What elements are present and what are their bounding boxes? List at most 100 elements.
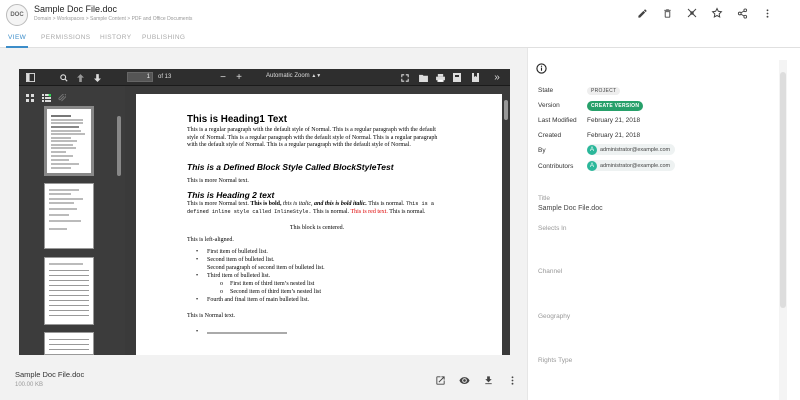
file-size: 100.00 KB: [15, 382, 44, 388]
list-item: Second item of bulleted list.: [207, 257, 275, 263]
download-icon[interactable]: [481, 373, 495, 387]
print-icon[interactable]: [435, 72, 445, 83]
panel-scrollbar[interactable]: [780, 72, 786, 308]
document-type-icon: DOC: [6, 4, 28, 26]
avatar: A: [587, 144, 597, 155]
page-thumbnail-1[interactable]: [44, 106, 94, 176]
doc-more-normal: This is more Normal text.: [187, 178, 249, 184]
file-name: Sample Doc File.doc: [15, 370, 85, 379]
list-item: Third item of bulleted list.: [207, 273, 271, 279]
user-email: administrator@example.com: [600, 162, 671, 169]
doc-normal-text: This is Normal text.: [187, 313, 235, 319]
nested-bullet-1: o: [220, 281, 223, 287]
list-item: Fourth and final item of main bulleted l…: [207, 297, 309, 303]
breadcrumb[interactable]: Domain > Workspaces > Sample Content > P…: [34, 16, 192, 22]
document-header: DOC Sample Doc File.doc Domain > Workspa…: [0, 0, 800, 30]
doc-block-style: This is a Defined Block Style Called Blo…: [187, 162, 394, 172]
viewer-toolbar: 1 of 13 − + Automatic Zoom ▲▼ »: [19, 69, 510, 86]
sidebar-toggle-icon[interactable]: [25, 72, 35, 83]
share-icon[interactable]: [735, 6, 749, 20]
zoom-out-button[interactable]: −: [218, 72, 228, 83]
bookmark-icon[interactable]: [470, 72, 480, 83]
rights-type-field-label: Rights Type: [538, 357, 573, 364]
tab-publishing[interactable]: PUBLISHING: [142, 34, 185, 41]
user-email: administrator@example.com: [600, 146, 671, 153]
title-field-label: Title: [538, 195, 551, 202]
open-external-icon[interactable]: [433, 373, 447, 387]
bullet-3: •: [196, 273, 199, 279]
more-vert-icon[interactable]: [505, 373, 519, 387]
download-icon[interactable]: [452, 72, 462, 83]
bullet-5: •: [196, 329, 199, 335]
nested-bullet-2: o: [220, 289, 223, 295]
doc-paragraph-normal: This is a regular paragraph with the def…: [187, 127, 438, 149]
list-item: First item of bulleted list.: [207, 249, 268, 255]
delete-icon[interactable]: [660, 6, 674, 20]
doc-paragraph-styles: This is more Normal text. This is bold, …: [187, 201, 434, 215]
chevron-down-icon: ▲▼: [311, 73, 322, 79]
tools-menu-icon[interactable]: »: [492, 72, 502, 83]
preview-area: 1 of 13 − + Automatic Zoom ▲▼ » This is …: [0, 48, 527, 400]
list-item: Second paragraph of second item of bulle…: [207, 265, 325, 271]
page-thumbnail-2[interactable]: [44, 183, 94, 249]
preview-eye-icon[interactable]: [457, 373, 471, 387]
doc-heading-1: This is Heading1 Text: [187, 114, 287, 125]
file-actions: [433, 373, 519, 387]
outline-view-icon[interactable]: [42, 89, 52, 107]
more-vert-icon[interactable]: [760, 6, 774, 20]
created-label: Created: [538, 132, 562, 139]
contributor-user[interactable]: A administrator@example.com: [587, 160, 676, 171]
page-number-input[interactable]: 1: [127, 72, 153, 82]
page-thumbnail-4[interactable]: [44, 332, 94, 355]
last-modified-value: February 21, 2018: [587, 117, 641, 124]
favorite-star-icon[interactable]: [710, 6, 724, 20]
selects-in-field-label: Selects In: [538, 225, 567, 232]
thumbnail-view-icon[interactable]: [26, 89, 34, 107]
share-network-icon[interactable]: [685, 6, 699, 20]
header-actions: [635, 6, 774, 20]
nested-list-item: Second item of third item’s nested list: [230, 289, 321, 295]
next-page-icon[interactable]: [92, 72, 102, 83]
thumbnail-sidebar: [19, 86, 125, 355]
thumbnail-scrollbar[interactable]: [117, 116, 121, 176]
last-modified-label: Last Modified: [538, 117, 577, 124]
cut-off-list-item: [207, 332, 287, 334]
state-label: State: [538, 87, 554, 94]
state-badge: PROJECT: [587, 87, 621, 95]
attachments-view-icon[interactable]: [58, 89, 67, 107]
pdf-viewer: 1 of 13 − + Automatic Zoom ▲▼ » This is …: [19, 69, 510, 355]
page-scrollbar[interactable]: [502, 86, 510, 355]
page-count: of 13: [158, 74, 172, 80]
doc-centered-block: This block is centered.: [289, 225, 345, 231]
edit-icon[interactable]: [635, 6, 649, 20]
nested-list-item: First item of third item’s nested list: [230, 281, 315, 287]
tab-permissions[interactable]: PERMISSIONS: [41, 34, 91, 41]
version-label: Version: [538, 102, 560, 109]
tab-bar: VIEW PERMISSIONS HISTORY PUBLISHING: [0, 30, 800, 48]
presentation-mode-icon[interactable]: [400, 72, 410, 83]
bullet-4: •: [196, 297, 199, 303]
channel-field-label: Channel: [538, 268, 563, 275]
zoom-in-button[interactable]: +: [234, 72, 244, 83]
created-value: February 21, 2018: [587, 132, 641, 139]
tab-view[interactable]: VIEW: [8, 34, 26, 41]
bullet-2: •: [196, 257, 199, 263]
search-icon[interactable]: [59, 72, 69, 83]
info-icon[interactable]: [536, 61, 547, 79]
open-file-icon[interactable]: [418, 72, 428, 83]
previous-page-icon[interactable]: [75, 72, 85, 83]
avatar: A: [587, 160, 597, 171]
created-by-user[interactable]: A administrator@example.com: [587, 144, 676, 155]
tab-history[interactable]: HISTORY: [100, 34, 131, 41]
created-by-label: By: [538, 147, 546, 154]
bullet-1: •: [196, 249, 199, 255]
contributors-label: Contributors: [538, 163, 574, 170]
page-title: Sample Doc File.doc: [34, 4, 118, 14]
geography-field-label: Geography: [538, 313, 571, 320]
doc-left-aligned: This is left-aligned.: [187, 237, 234, 243]
title-field-value[interactable]: Sample Doc File.doc: [538, 205, 603, 212]
page-thumbnail-3[interactable]: [44, 257, 94, 325]
create-version-button[interactable]: CREATE VERSION: [587, 101, 644, 111]
doc-heading-2: This is Heading 2 text: [187, 190, 275, 200]
zoom-select[interactable]: Automatic Zoom ▲▼: [266, 73, 321, 79]
